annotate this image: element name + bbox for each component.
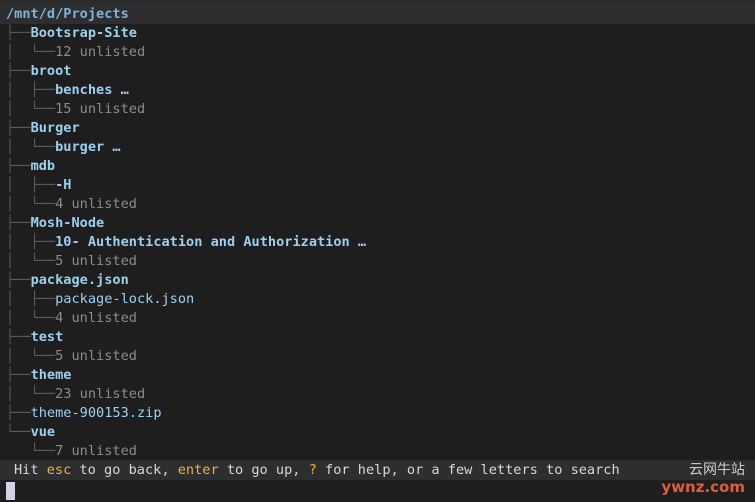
tree-guide-lines: │ └── xyxy=(6,44,56,60)
file-tree[interactable]: ├──Bootsrap-Site │ └──12 unlisted ├──broot… xyxy=(6,24,746,461)
tree-guide-lines: └── xyxy=(6,443,56,459)
tree-row[interactable]: ├──broot xyxy=(6,62,746,81)
directory-name: test xyxy=(30,329,64,345)
watermark-line-2: ywnz.com xyxy=(661,478,745,496)
tree-row[interactable]: │ ├──package-lock.json xyxy=(6,290,746,309)
directory-name: -H xyxy=(55,177,72,193)
tree-row[interactable]: │ ├──10- Authentication and Authorizatio… xyxy=(6,233,746,252)
watermark-line-1: 云网牛站 xyxy=(689,462,745,478)
status-text-3: to go up, xyxy=(218,462,309,478)
status-bar: Hit esc to go back, enter to go up, ? fo… xyxy=(0,460,755,480)
directory-name: mdb xyxy=(30,158,56,174)
tree-guide-lines: │ ├── xyxy=(6,82,56,98)
status-text-2: to go back, xyxy=(71,462,178,478)
tree-row-unlisted[interactable]: │ └──5 unlisted xyxy=(6,347,746,366)
tree-row-unlisted[interactable]: │ └──4 unlisted xyxy=(6,309,746,328)
tree-row-unlisted[interactable]: │ └──5 unlisted xyxy=(6,252,746,271)
directory-name: burger … xyxy=(55,139,121,155)
tree-guide-lines: ├── xyxy=(6,215,31,231)
tree-guide-lines: │ └── xyxy=(6,348,56,364)
tree-row[interactable]: └──vue xyxy=(6,423,746,442)
tree-guide-lines: │ └── xyxy=(6,101,56,117)
tree-row[interactable]: ├──theme xyxy=(6,366,746,385)
tree-row-unlisted[interactable]: │ └──15 unlisted xyxy=(6,100,746,119)
tree-row[interactable]: │ ├──benches … xyxy=(6,81,746,100)
tree-row[interactable]: │ └──burger … xyxy=(6,138,746,157)
directory-name: package.json xyxy=(30,272,129,288)
text-cursor xyxy=(6,482,15,500)
directory-name: Bootsrap-Site xyxy=(30,25,137,41)
current-path: /mnt/d/Projects xyxy=(6,6,129,22)
tree-row-unlisted[interactable]: │ └──12 unlisted xyxy=(6,43,746,62)
tree-guide-lines: ├── xyxy=(6,367,31,383)
tree-row[interactable]: │ ├──-H xyxy=(6,176,746,195)
tree-guide-lines: │ └── xyxy=(6,253,56,269)
tree-guide-lines: │ └── xyxy=(6,196,56,212)
status-text-1: Hit xyxy=(14,462,47,478)
tree-row[interactable]: ├──package.json xyxy=(6,271,746,290)
tree-guide-lines: ├── xyxy=(6,63,31,79)
tree-guide-lines: ├── xyxy=(6,120,31,136)
tree-row-unlisted[interactable]: └──7 unlisted xyxy=(6,442,746,461)
tree-row-unlisted[interactable]: │ └──23 unlisted xyxy=(6,385,746,404)
watermark: 云网牛站 ywnz.com xyxy=(661,462,745,496)
tree-guide-lines: ├── xyxy=(6,405,31,421)
directory-name: 10- Authentication and Authorization … xyxy=(55,234,367,250)
tree-guide-lines: │ └── xyxy=(6,386,56,402)
status-key-help: ? xyxy=(308,462,317,478)
status-key-enter: enter xyxy=(177,462,219,478)
tree-row[interactable]: ├──mdb xyxy=(6,157,746,176)
tree-guide-lines: └── xyxy=(6,424,31,440)
directory-name: broot xyxy=(30,63,72,79)
tree-row-unlisted[interactable]: │ └──4 unlisted xyxy=(6,195,746,214)
unlisted-count: 15 unlisted xyxy=(55,101,146,117)
tree-row[interactable]: ├──Mosh-Node xyxy=(6,214,746,233)
tree-row[interactable]: ├──test xyxy=(6,328,746,347)
tree-guide-lines: │ ├── xyxy=(6,177,56,193)
tree-guide-lines: ├── xyxy=(6,25,31,41)
tree-guide-lines: │ └── xyxy=(6,310,56,326)
unlisted-count: 23 unlisted xyxy=(55,386,146,402)
directory-name: Burger xyxy=(30,120,80,136)
directory-name: vue xyxy=(30,424,56,440)
directory-name: Mosh-Node xyxy=(30,215,105,231)
unlisted-count: 7 unlisted xyxy=(55,443,137,459)
status-text-4: for help, or a few letters to search xyxy=(316,462,620,478)
tree-guide-lines: │ ├── xyxy=(6,234,56,250)
tree-row[interactable]: ├──Burger xyxy=(6,119,746,138)
directory-name: theme xyxy=(30,367,72,383)
tree-row[interactable]: ├──theme-900153.zip xyxy=(6,404,746,423)
file-name: theme-900153.zip xyxy=(30,405,162,421)
status-key-esc: esc xyxy=(46,462,72,478)
directory-name: benches … xyxy=(55,82,129,98)
tree-guide-lines: ├── xyxy=(6,272,31,288)
tree-guide-lines: │ └── xyxy=(6,139,56,155)
current-path-header: /mnt/d/Projects xyxy=(0,5,755,24)
tree-guide-lines: │ ├── xyxy=(6,291,56,307)
file-name: package-lock.json xyxy=(55,291,195,307)
unlisted-count: 12 unlisted xyxy=(55,44,146,60)
unlisted-count: 4 unlisted xyxy=(55,310,137,326)
tree-row[interactable]: ├──Bootsrap-Site xyxy=(6,24,746,43)
unlisted-count: 4 unlisted xyxy=(55,196,137,212)
search-input-line[interactable] xyxy=(0,480,755,502)
unlisted-count: 5 unlisted xyxy=(55,348,137,364)
tree-guide-lines: ├── xyxy=(6,158,31,174)
unlisted-count: 5 unlisted xyxy=(55,253,137,269)
tree-guide-lines: ├── xyxy=(6,329,31,345)
